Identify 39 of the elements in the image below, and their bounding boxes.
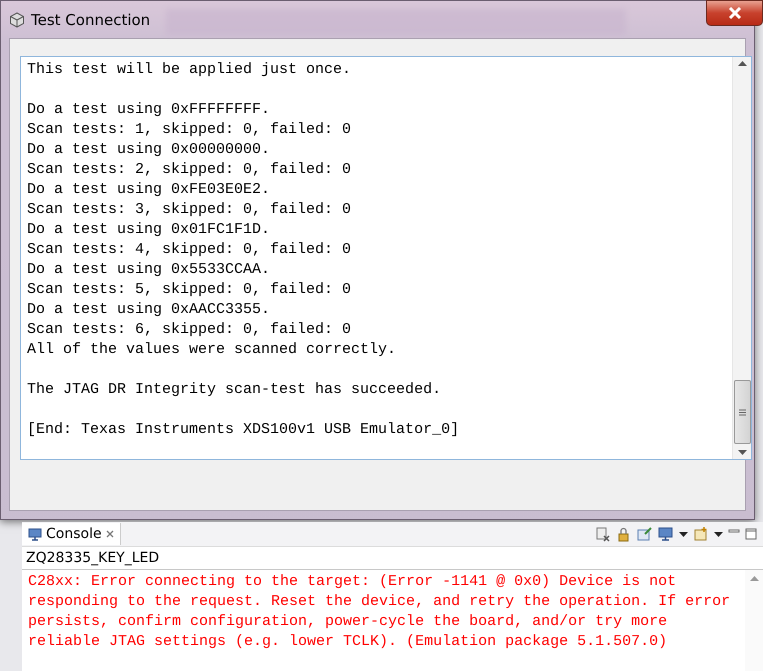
console-message-line: reliable JTAG settings (e.g. lower TCLK). (Emulation package 5.1.507.0) [28, 632, 668, 652]
console-message-line: persists, confirm configuration, power-cycle the board, and/or try more [28, 612, 668, 632]
close-icon[interactable] [106, 530, 114, 538]
output-line: The JTAG DR Integrity scan-test has succeeded. [27, 380, 442, 400]
output-line: Do a test using 0x00000000. [27, 140, 270, 160]
window-title: Test Connection [31, 10, 150, 28]
output-line: Do a test using 0xFFFFFFFF. [27, 100, 270, 120]
output-line: Do a test using 0x01FC1F1D. [27, 220, 270, 240]
scroll-thumb[interactable] [734, 380, 750, 444]
output-line: Scan tests: 5, skipped: 0, failed: 0 [27, 280, 352, 300]
console-tab[interactable]: Console [22, 523, 121, 545]
pin-icon[interactable] [637, 526, 653, 542]
console-message-line: responding to the request. Reset the device, and retry the operation. If error [28, 592, 730, 612]
monitor-icon[interactable] [658, 526, 674, 542]
up-arrow-icon[interactable] [738, 61, 746, 66]
output-line: Do a test using 0xFE03E0E2. [27, 180, 270, 200]
new-console-icon[interactable] [693, 526, 709, 542]
maximize-icon[interactable] [745, 528, 757, 540]
monitor-icon [28, 528, 42, 540]
caret-icon[interactable] [679, 532, 688, 536]
output-line: [End: Texas Instruments XDS100v1 USB Emulator_0] [27, 420, 460, 440]
clear-console-icon[interactable] [595, 526, 611, 542]
output-line: This test will be applied just once. [27, 60, 352, 80]
project-name: ZQ28335_KEY_LED [22, 547, 763, 570]
close-icon [728, 7, 742, 19]
down-arrow-icon[interactable] [738, 450, 746, 455]
scrollbar[interactable] [732, 57, 751, 459]
output-line: Scan tests: 1, skipped: 0, failed: 0 [27, 120, 352, 140]
close-button[interactable] [706, 0, 763, 26]
output-line: Do a test using 0xAACC3355. [27, 300, 270, 320]
output-line: Do a test using 0x5533CCAA. [27, 260, 270, 280]
output-line: All of the values were scanned correctly. [27, 340, 396, 360]
output-line: Scan tests: 6, skipped: 0, failed: 0 [27, 320, 352, 340]
output-line: Scan tests: 4, skipped: 0, failed: 0 [27, 240, 352, 260]
output-line: Scan tests: 2, skipped: 0, failed: 0 [27, 160, 352, 180]
output-line: Scan tests: 3, skipped: 0, failed: 0 [27, 200, 352, 220]
cube-icon [9, 12, 25, 28]
caret-icon[interactable] [714, 532, 723, 536]
console-message-line: C28xx: Error connecting to the target: (Error -1141 @ 0x0) Device is not [28, 572, 676, 592]
